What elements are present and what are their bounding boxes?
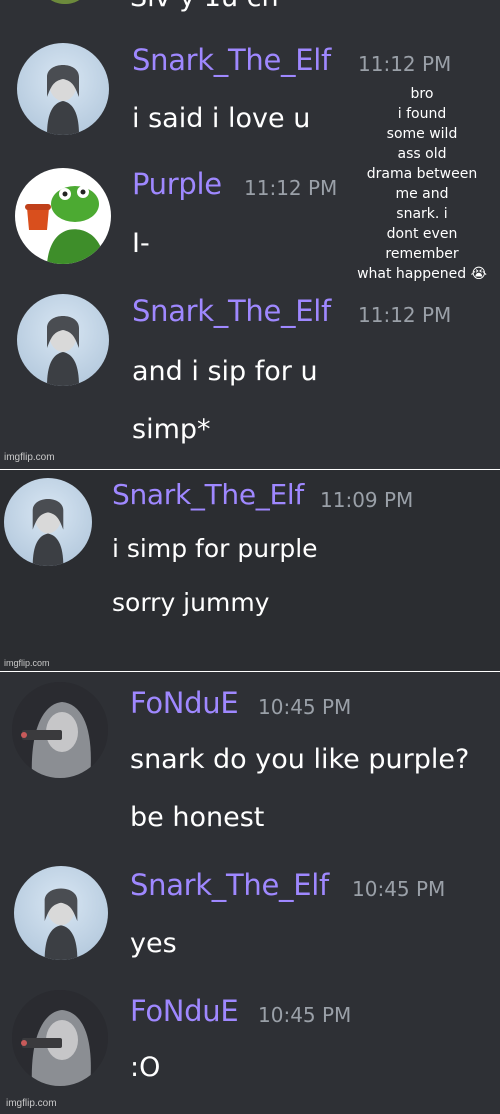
statue-avatar-icon: [47, 316, 79, 386]
message-text: and i sip for u: [132, 356, 318, 387]
avatar[interactable]: [15, 168, 111, 264]
cut-off-avatar: [40, 0, 90, 4]
statue-avatar-icon: [47, 65, 79, 135]
overlay-caption: bro i found some wild ass old drama betw…: [346, 84, 498, 284]
avatar[interactable]: [12, 682, 108, 778]
caption-line: what happened 😭: [357, 266, 487, 282]
caption-line: bro: [410, 86, 434, 102]
message-text: yes: [130, 928, 177, 959]
message-text: snark do you like purple?: [130, 744, 470, 775]
caption-line: remember: [385, 246, 459, 262]
cut-off-message-text: Siv y 1u ch: [130, 0, 279, 13]
kermit-avatar-icon: [25, 186, 105, 264]
screenshot-panel-1: Siv y 1u ch Snark_The_Elf 11:12 PM i sai…: [0, 0, 500, 470]
timestamp: 11:12 PM: [244, 176, 338, 200]
statue-avatar-icon: [44, 888, 78, 960]
avatar[interactable]: [17, 294, 109, 386]
imgflip-watermark: imgflip.com: [6, 1098, 57, 1109]
caption-line: i found: [397, 106, 447, 122]
username[interactable]: Snark_The_Elf: [132, 294, 331, 328]
message-text: i simp for purple: [112, 534, 318, 563]
message-text: simp*: [132, 414, 211, 445]
username[interactable]: FoNduE: [130, 686, 239, 720]
caption-line: ass old: [397, 146, 447, 162]
message-text: :O: [130, 1052, 161, 1083]
anime-avatar-icon: [12, 682, 108, 778]
message-text: sorry jummy: [112, 588, 270, 617]
username[interactable]: FoNduE: [130, 994, 239, 1028]
timestamp: 11:09 PM: [320, 488, 414, 512]
avatar[interactable]: [4, 478, 92, 566]
screenshot-panel-3: FoNduE 10:45 PM snark do you like purple…: [0, 672, 500, 1114]
caption-line: dont even: [386, 226, 458, 242]
imgflip-watermark: imgflip.com: [4, 658, 50, 668]
caption-line: snark. i: [396, 206, 448, 222]
message-text: I-: [132, 228, 150, 259]
timestamp: 11:12 PM: [358, 303, 452, 327]
timestamp: 10:45 PM: [258, 1003, 352, 1027]
caption-line: drama between: [366, 166, 478, 182]
anime-avatar-icon: [12, 990, 108, 1086]
message-text: i said i love u: [132, 103, 311, 134]
statue-avatar-icon: [32, 499, 64, 566]
timestamp: 10:45 PM: [258, 695, 352, 719]
username[interactable]: Snark_The_Elf: [132, 43, 331, 77]
avatar[interactable]: [17, 43, 109, 135]
caption-line: me and: [395, 186, 449, 202]
timestamp: 10:45 PM: [352, 877, 446, 901]
caption-line: some wild: [386, 126, 458, 142]
username[interactable]: Purple: [132, 167, 222, 201]
username[interactable]: Snark_The_Elf: [130, 868, 329, 902]
avatar[interactable]: [14, 866, 108, 960]
imgflip-watermark: imgflip.com: [4, 452, 55, 463]
username[interactable]: Snark_The_Elf: [112, 478, 304, 511]
screenshot-panel-2: Snark_The_Elf 11:09 PM i simp for purple…: [0, 470, 500, 672]
timestamp: 11:12 PM: [358, 52, 452, 76]
avatar[interactable]: [12, 990, 108, 1086]
message-text: be honest: [130, 802, 265, 833]
